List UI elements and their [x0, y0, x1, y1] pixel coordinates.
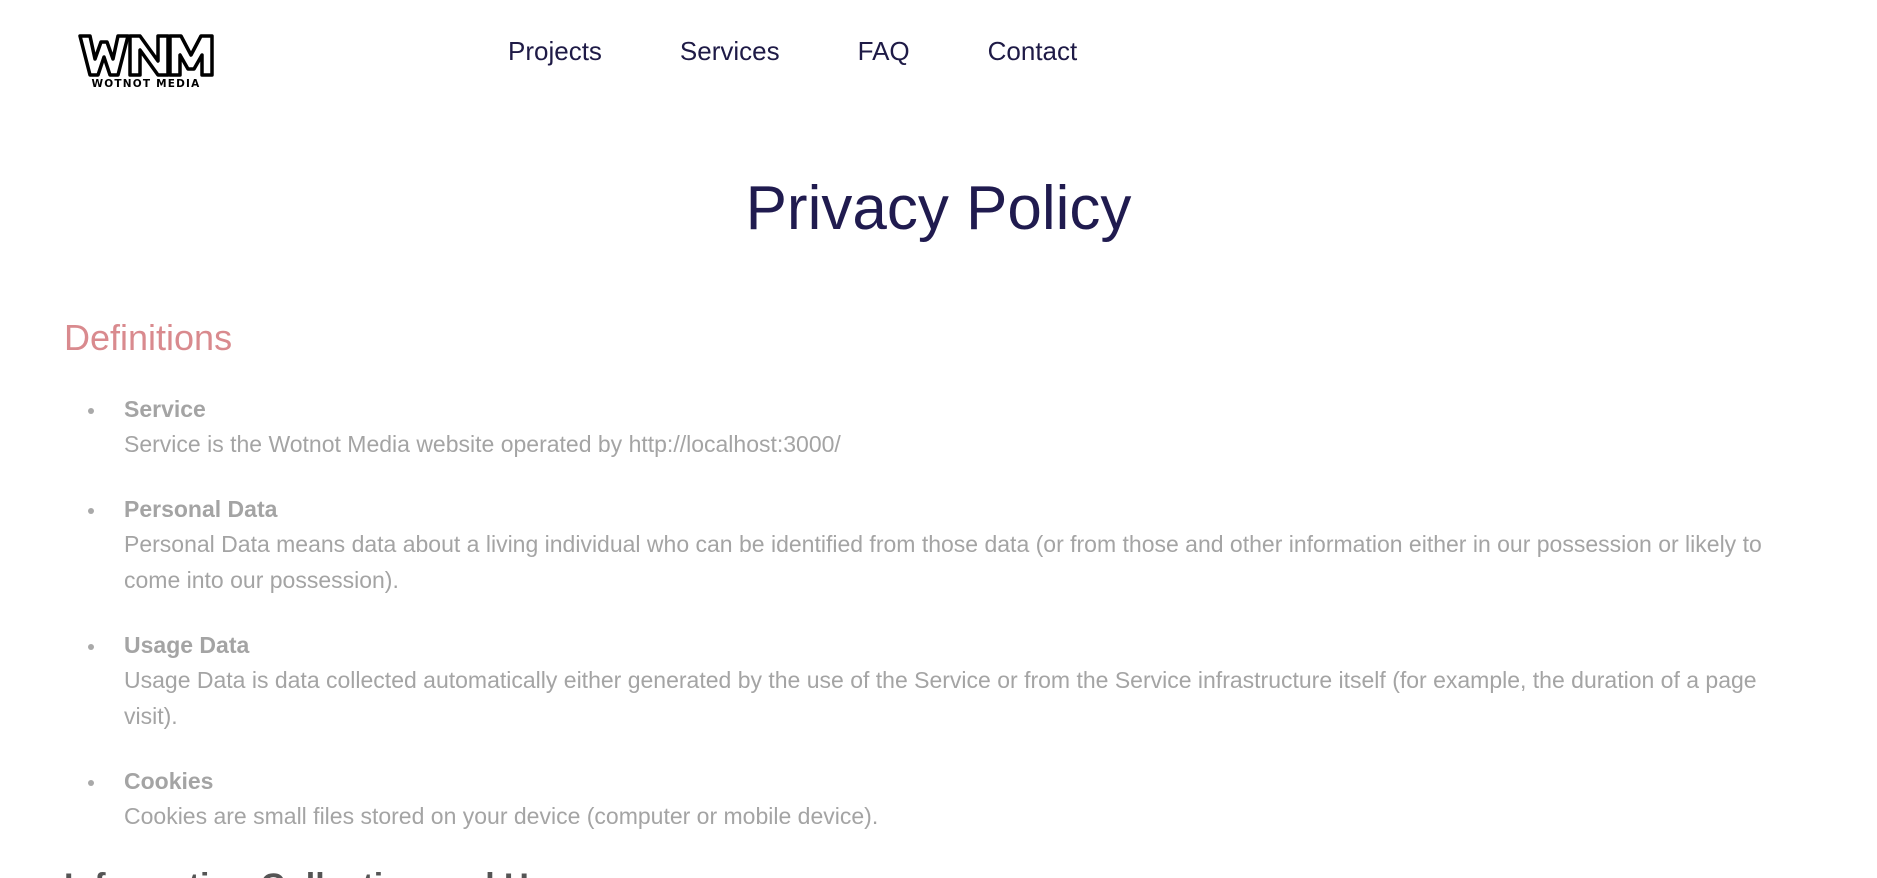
definition-term: Service	[124, 396, 206, 422]
list-item: Usage Data Usage Data is data collected …	[0, 628, 1877, 734]
bullet-icon	[88, 408, 94, 414]
definition-description: Personal Data means data about a living …	[124, 531, 1762, 593]
bullet-icon	[88, 644, 94, 650]
bullet-icon	[88, 780, 94, 786]
definitions-list: Service Service is the Wotnot Media webs…	[0, 392, 1877, 864]
definition-term: Usage Data	[124, 632, 250, 658]
page-title: Privacy Policy	[745, 174, 1132, 243]
definition-term: Personal Data	[124, 496, 278, 522]
main-nav: Projects Services FAQ Contact	[508, 36, 1155, 66]
nav-services-link[interactable]: Services	[680, 36, 780, 66]
svg-text:WOTNOT MEDIA: WOTNOT MEDIA	[92, 78, 201, 89]
wotnot-media-logo[interactable]: WOTNOT MEDIA	[78, 33, 230, 89]
nav-projects-link[interactable]: Projects	[508, 36, 602, 66]
nav-faq-link[interactable]: FAQ	[858, 36, 910, 66]
definition-description: Usage Data is data collected automatical…	[124, 667, 1757, 729]
wnm-logo-mark: WOTNOT MEDIA	[78, 34, 214, 89]
bullet-icon	[88, 508, 94, 514]
list-item: Personal Data Personal Data means data a…	[0, 492, 1877, 598]
nav-contact-link[interactable]: Contact	[988, 36, 1078, 66]
definitions-heading: Definitions	[64, 317, 233, 358]
site-header: WOTNOT MEDIA Projects Services FAQ Conta…	[0, 0, 1877, 110]
definition-description: Cookies are small files stored on your d…	[124, 803, 879, 829]
list-item: Cookies Cookies are small files stored o…	[0, 764, 1877, 834]
information-collection-heading: Information Collection and Use	[64, 866, 566, 878]
privacy-policy-page: WOTNOT MEDIA Projects Services FAQ Conta…	[0, 0, 1877, 878]
definition-term: Cookies	[124, 768, 214, 794]
list-item: Service Service is the Wotnot Media webs…	[0, 392, 1877, 462]
definition-description: Service is the Wotnot Media website oper…	[124, 431, 841, 457]
